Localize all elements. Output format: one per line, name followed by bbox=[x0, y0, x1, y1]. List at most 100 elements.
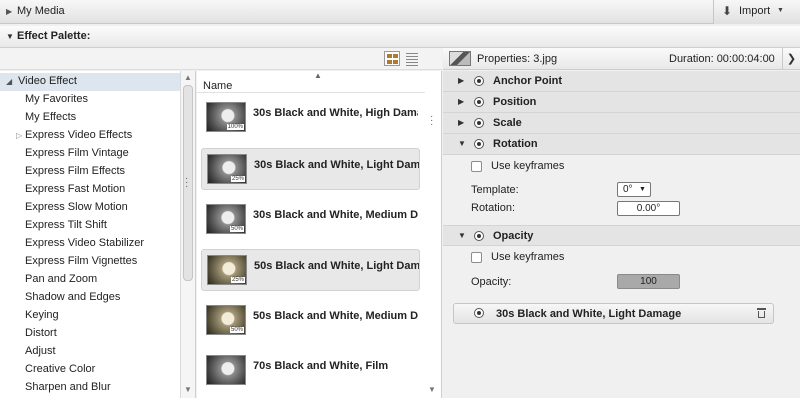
applied-effect-label: 30s Black and White, Light Damage bbox=[496, 308, 682, 320]
category-label: Express Film Vignettes bbox=[25, 255, 138, 267]
keyframe-toggle-icon[interactable] bbox=[474, 231, 484, 241]
scroll-down-icon[interactable]: ▼ bbox=[428, 385, 436, 394]
category-item[interactable]: Pan and Zoom bbox=[0, 271, 180, 289]
effect-thumbnail: 50% bbox=[206, 204, 246, 234]
category-label: Creative Color bbox=[25, 363, 96, 375]
effect-thumbnail: 100% bbox=[206, 102, 246, 132]
category-item[interactable]: Creative Color bbox=[0, 361, 180, 379]
category-item[interactable]: My Favorites bbox=[0, 91, 180, 109]
effect-label: 30s Black and White, Medium Damage bbox=[253, 209, 418, 221]
thumbnail-view-icon[interactable] bbox=[384, 51, 400, 66]
my-media-bar[interactable]: ▶ My Media ⬇ Import ▼ bbox=[0, 0, 800, 24]
category-item[interactable]: Express Video Stabilizer bbox=[0, 235, 180, 253]
effect-item-selected[interactable]: 25% 30s Black and White, Light Damage bbox=[201, 148, 420, 190]
effect-item[interactable]: 50% 50s Black and White, Medium Damage bbox=[201, 300, 420, 342]
category-item[interactable]: Adjust bbox=[0, 343, 180, 361]
name-column-header[interactable]: ▲ Name bbox=[197, 71, 425, 93]
effect-label: 50s Black and White, Light Damage bbox=[254, 260, 419, 272]
effect-item[interactable]: 25% 50s Black and White, Light Damage bbox=[201, 249, 420, 291]
rotation-label: Rotation: bbox=[471, 202, 516, 214]
resize-grip-icon[interactable]: · · · bbox=[185, 174, 189, 192]
category-label: Pan and Zoom bbox=[25, 273, 98, 285]
import-button[interactable]: ⬇ Import ▼ bbox=[713, 0, 800, 24]
category-item[interactable]: Sharpen and Blur bbox=[0, 379, 180, 397]
effect-item[interactable]: 50% 30s Black and White, Medium Damage bbox=[201, 199, 420, 241]
keyframe-toggle-icon[interactable] bbox=[474, 76, 484, 86]
effect-label: 30s Black and White, Light Damage bbox=[254, 159, 419, 171]
keyframe-toggle-icon[interactable] bbox=[474, 118, 484, 128]
category-item[interactable]: Express Slow Motion bbox=[0, 199, 180, 217]
intensity-badge: 25% bbox=[230, 277, 245, 283]
expand-arrow-icon[interactable]: ▶ bbox=[458, 97, 464, 106]
expand-icon[interactable]: ▷ bbox=[16, 131, 22, 140]
effect-label: 70s Black and White, Film bbox=[253, 360, 389, 372]
category-item[interactable]: ▷ Express Video Effects bbox=[0, 127, 180, 145]
effect-item[interactable]: 100% 30s Black and White, High Damage bbox=[201, 97, 420, 139]
collapse-arrow-icon[interactable]: ▼ bbox=[458, 231, 466, 240]
category-scrollbar[interactable]: ▲ ▼ bbox=[180, 71, 195, 398]
opacity-input[interactable]: 100 bbox=[617, 274, 680, 289]
section-anchor-point[interactable]: ▶ Anchor Point bbox=[443, 71, 800, 92]
import-label: Import bbox=[739, 5, 771, 17]
keyframe-toggle-icon[interactable] bbox=[474, 97, 484, 107]
category-item[interactable]: My Effects bbox=[0, 109, 180, 127]
sort-ascending-icon: ▲ bbox=[314, 71, 322, 80]
properties-title: Properties: 3.jpg bbox=[477, 53, 558, 65]
category-video-effect[interactable]: ◢ Video Effect bbox=[0, 73, 180, 91]
effect-palette-title: Effect Palette: bbox=[17, 30, 91, 42]
category-label: Express Tilt Shift bbox=[25, 219, 107, 231]
template-select[interactable]: 0° ▼ bbox=[617, 182, 651, 197]
expand-arrow-icon[interactable]: ▶ bbox=[458, 76, 464, 85]
category-label: Express Film Vintage bbox=[25, 147, 129, 159]
category-item[interactable]: Express Film Effects bbox=[0, 163, 180, 181]
category-label: My Favorites bbox=[25, 93, 88, 105]
category-item[interactable]: Express Tilt Shift bbox=[0, 217, 180, 235]
resize-grip-icon[interactable]: · · · bbox=[430, 112, 434, 130]
keyframe-toggle-icon[interactable] bbox=[474, 139, 484, 149]
opacity-label: Opacity: bbox=[471, 276, 512, 288]
section-label: Rotation bbox=[493, 138, 538, 150]
scroll-down-icon[interactable]: ▼ bbox=[184, 385, 192, 394]
section-position[interactable]: ▶ Position bbox=[443, 92, 800, 113]
effect-palette-header[interactable]: ▼ Effect Palette: bbox=[0, 26, 800, 48]
intensity-badge: 50% bbox=[229, 327, 244, 333]
category-label: Video Effect bbox=[18, 75, 77, 87]
category-item[interactable]: Express Film Vintage bbox=[0, 145, 180, 163]
category-item[interactable]: Express Fast Motion bbox=[0, 181, 180, 199]
keyframe-toggle-icon[interactable] bbox=[474, 308, 484, 318]
effect-item[interactable]: 70s Black and White, Film bbox=[201, 350, 420, 392]
section-scale[interactable]: ▶ Scale bbox=[443, 113, 800, 134]
section-rotation[interactable]: ▼ Rotation bbox=[443, 134, 800, 155]
scroll-up-icon[interactable]: ▲ bbox=[184, 73, 192, 82]
properties-header: Properties: 3.jpg Duration: 00:00:04:00 … bbox=[443, 48, 800, 70]
category-item[interactable]: Distort bbox=[0, 325, 180, 343]
expand-arrow-icon[interactable]: ▶ bbox=[6, 7, 12, 16]
list-view-icon[interactable] bbox=[404, 51, 420, 66]
template-label: Template: bbox=[471, 184, 519, 196]
category-item[interactable]: Shadow and Edges bbox=[0, 289, 180, 307]
collapse-arrow-icon[interactable]: ▼ bbox=[458, 139, 466, 148]
effects-scrollbar[interactable]: · · · ▼ bbox=[425, 71, 440, 398]
next-chevron-icon[interactable]: ❯ bbox=[782, 48, 800, 70]
effect-label: 50s Black and White, Medium Damage bbox=[253, 310, 418, 322]
intensity-badge: 25% bbox=[230, 176, 245, 182]
section-label: Opacity bbox=[493, 230, 534, 242]
collapse-icon[interactable]: ◢ bbox=[6, 77, 12, 86]
section-label: Anchor Point bbox=[493, 75, 563, 87]
effect-thumbnail: 25% bbox=[207, 255, 247, 285]
collapse-arrow-icon[interactable]: ▼ bbox=[6, 32, 14, 41]
opacity-keyframes-checkbox[interactable] bbox=[471, 252, 482, 263]
section-opacity[interactable]: ▼ Opacity bbox=[443, 225, 800, 246]
applied-effect-row[interactable]: 30s Black and White, Light Damage bbox=[453, 303, 774, 324]
intensity-badge: 100% bbox=[226, 124, 244, 130]
rotation-keyframes-checkbox[interactable] bbox=[471, 161, 482, 172]
category-label: My Effects bbox=[25, 111, 77, 123]
category-item[interactable]: Express Film Vignettes bbox=[0, 253, 180, 271]
trash-icon[interactable] bbox=[757, 308, 766, 318]
rotation-input[interactable]: 0.00° bbox=[617, 201, 680, 216]
effect-thumbnail: 25% bbox=[207, 154, 247, 184]
image-thumbnail-icon bbox=[449, 51, 471, 66]
expand-arrow-icon[interactable]: ▶ bbox=[458, 118, 464, 127]
my-media-title: My Media bbox=[17, 5, 65, 17]
category-item[interactable]: Keying bbox=[0, 307, 180, 325]
